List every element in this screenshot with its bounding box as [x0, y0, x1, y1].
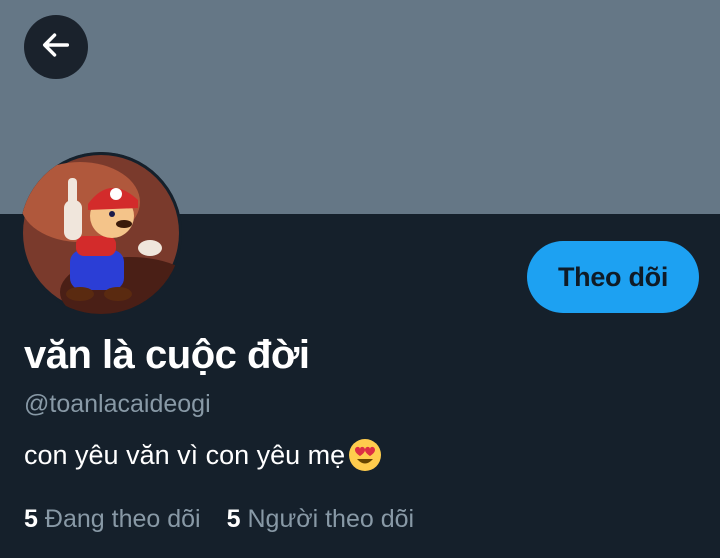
profile-avatar[interactable]	[20, 152, 182, 314]
followers-count: 5	[226, 505, 241, 533]
bio-text: con yêu văn vì con yêu mẹ	[24, 439, 346, 470]
followers-label: Người theo dõi	[247, 505, 415, 533]
following-link[interactable]: 5 Đang theo dõi	[24, 505, 201, 534]
back-button[interactable]	[24, 15, 88, 79]
arrow-left-icon	[39, 28, 73, 67]
display-name: văn là cuộc đời	[24, 333, 310, 377]
following-label: Đang theo dõi	[44, 505, 201, 533]
profile-bio: con yêu văn vì con yêu mẹ	[24, 437, 383, 473]
follow-button[interactable]: Theo dõi	[527, 241, 699, 313]
heart-eyes-emoji-icon	[347, 437, 383, 473]
followers-link[interactable]: 5 Người theo dõi	[227, 505, 414, 534]
username-handle: @toanlacaideogi	[24, 390, 211, 418]
follow-stats: 5 Đang theo dõi 5 Người theo dõi	[24, 505, 414, 534]
following-count: 5	[24, 505, 38, 533]
